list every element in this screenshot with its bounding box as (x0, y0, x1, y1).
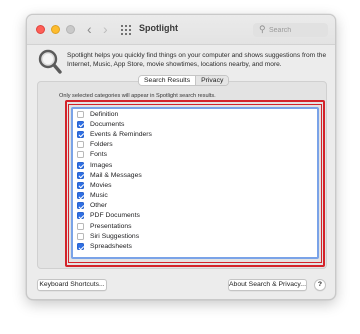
category-checkbox[interactable] (77, 181, 84, 189)
category-label: PDF Documents (90, 212, 140, 220)
spotlight-description: Spotlight helps you quickly find things … (67, 52, 327, 68)
category-label: Other (90, 202, 107, 210)
list-item[interactable]: Events & Reminders (73, 129, 317, 139)
list-item[interactable]: PDF Documents (73, 211, 317, 221)
show-all-grid-icon[interactable] (121, 25, 131, 35)
category-checkbox[interactable] (77, 120, 84, 128)
category-label: Definition (90, 110, 119, 118)
category-label: Movies (90, 181, 112, 189)
tab-privacy[interactable]: Privacy (196, 76, 229, 85)
category-checkbox[interactable] (77, 222, 84, 230)
about-search-privacy-button[interactable]: About Search & Privacy... (228, 279, 307, 291)
category-checkbox[interactable] (77, 151, 84, 159)
category-checkbox[interactable] (77, 110, 84, 118)
titlebar: ‹ › Spotlight ⚲ (27, 15, 335, 45)
categories-list[interactable]: Definition Documents Events & Reminders Fol… (71, 107, 319, 259)
list-item[interactable]: Definition (73, 109, 317, 119)
list-item[interactable]: Music (73, 191, 317, 201)
category-checkbox[interactable] (77, 192, 84, 200)
list-item[interactable]: Siri Suggestions (73, 231, 317, 241)
category-checkbox[interactable] (77, 141, 84, 149)
category-checkbox[interactable] (77, 171, 84, 179)
tab-bar: Search Results Privacy (138, 75, 230, 86)
list-item[interactable]: Documents (73, 119, 317, 129)
tab-search-results[interactable]: Search Results (139, 76, 197, 85)
close-window-button[interactable] (36, 25, 45, 34)
search-field[interactable]: ⚲ (253, 23, 328, 37)
list-item[interactable]: Spreadsheets (73, 241, 317, 251)
category-checkbox[interactable] (77, 243, 84, 251)
help-button[interactable]: ? (314, 279, 326, 291)
window-title: Spotlight (139, 23, 178, 33)
category-label: Siri Suggestions (90, 232, 140, 240)
spotlight-magnifier-icon (38, 49, 62, 74)
category-checkbox[interactable] (77, 212, 84, 220)
category-label: Presentations (90, 222, 132, 230)
category-checkbox[interactable] (77, 161, 84, 169)
category-label: Folders (90, 141, 113, 149)
list-item[interactable]: Mail & Messages (73, 170, 317, 180)
category-checkbox[interactable] (77, 130, 84, 138)
zoom-window-button[interactable] (66, 25, 75, 34)
chevron-left-icon[interactable]: ‹ (87, 21, 92, 37)
keyboard-shortcuts-button[interactable]: Keyboard Shortcuts... (37, 279, 107, 291)
category-label: Mail & Messages (90, 171, 142, 179)
list-item[interactable]: Presentations (73, 221, 317, 231)
preferences-window: ‹ › Spotlight ⚲ Spotlight helps you quic… (26, 14, 336, 300)
list-item[interactable]: Other (73, 201, 317, 211)
minimize-window-button[interactable] (51, 25, 60, 34)
category-label: Documents (90, 120, 125, 128)
category-label: Fonts (90, 151, 107, 159)
chevron-right-icon[interactable]: › (103, 21, 108, 37)
category-label: Spreadsheets (90, 243, 132, 251)
category-checkbox[interactable] (77, 202, 84, 210)
list-item[interactable]: Movies (73, 180, 317, 190)
category-label: Images (90, 161, 113, 169)
category-label: Music (90, 192, 108, 200)
list-item[interactable]: Images (73, 160, 317, 170)
list-item[interactable]: Folders (73, 140, 317, 150)
list-item[interactable]: Fonts (73, 150, 317, 160)
categories-note: Only selected categories will appear in … (59, 93, 216, 99)
category-label: Events & Reminders (90, 130, 152, 138)
search-icon: ⚲ (259, 24, 266, 34)
search-input[interactable] (269, 24, 324, 36)
category-checkbox[interactable] (77, 232, 84, 240)
